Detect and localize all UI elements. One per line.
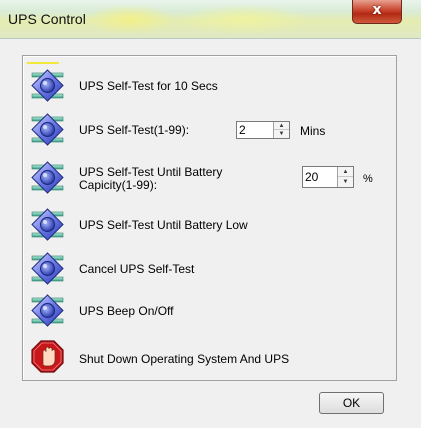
stepper-buttons: ▲ ▼ bbox=[337, 167, 353, 187]
action-label-line1: UPS Self-Test Until Battery bbox=[79, 165, 223, 179]
stepper-buttons: ▲ ▼ bbox=[273, 122, 289, 138]
diamond-icon[interactable] bbox=[31, 69, 64, 102]
action-label: UPS Self-Test for 10 Secs bbox=[79, 79, 218, 93]
title-bar-glow bbox=[180, 4, 310, 34]
action-label: UPS Self-Test(1-99): bbox=[79, 123, 190, 137]
action-label-line2: Capicity(1-99): bbox=[79, 178, 158, 192]
action-label: Cancel UPS Self-Test bbox=[79, 262, 195, 276]
close-icon: x bbox=[372, 2, 382, 18]
action-label: UPS Self-Test Until Battery Low bbox=[79, 218, 248, 232]
action-label: Shut Down Operating System And UPS bbox=[79, 352, 290, 366]
capacity-stepper[interactable]: 20 ▲ ▼ bbox=[302, 166, 354, 188]
focus-indicator bbox=[27, 62, 59, 64]
stop-hand-icon[interactable] bbox=[31, 340, 64, 373]
diamond-icon[interactable] bbox=[31, 113, 64, 146]
close-button[interactable]: x bbox=[352, 0, 402, 24]
diamond-icon[interactable] bbox=[31, 208, 64, 241]
capacity-unit: % bbox=[363, 173, 373, 185]
action-label: UPS Beep On/Off bbox=[79, 304, 174, 318]
stepper-down-icon[interactable]: ▼ bbox=[274, 130, 289, 138]
capacity-value: 20 bbox=[305, 170, 319, 184]
minutes-unit: Mins bbox=[300, 124, 326, 138]
minutes-value: 2 bbox=[239, 123, 246, 137]
title-bar-glow bbox=[85, 4, 175, 34]
ok-button[interactable]: OK bbox=[319, 392, 384, 414]
diamond-icon[interactable] bbox=[31, 294, 64, 327]
diamond-icon[interactable] bbox=[31, 252, 64, 285]
stepper-up-icon[interactable]: ▲ bbox=[338, 167, 353, 177]
stepper-down-icon[interactable]: ▼ bbox=[338, 177, 353, 187]
title-bar: UPS Control x bbox=[0, 0, 421, 39]
diamond-icon[interactable] bbox=[31, 161, 64, 194]
minutes-stepper[interactable]: 2 ▲ ▼ bbox=[236, 121, 290, 139]
stepper-up-icon[interactable]: ▲ bbox=[274, 122, 289, 130]
window-title: UPS Control bbox=[8, 11, 86, 27]
